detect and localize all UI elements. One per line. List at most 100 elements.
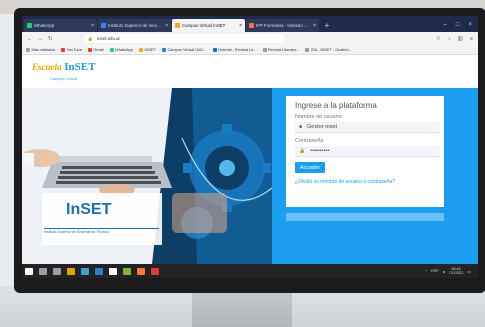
nav-actions: ☆ ↓ ▥ ≡ — [436, 36, 473, 42]
hero-illustration — [22, 88, 272, 264]
minimize-icon[interactable]: – — [444, 19, 447, 32]
address-bar[interactable]: 🔒 inset.edu.ar — [83, 34, 284, 43]
lock-icon: 🔒 — [87, 35, 94, 41]
bookmark-label: Hotmail - Revista Le... — [218, 47, 257, 52]
username-input[interactable]: ■ Gestor-inset — [295, 122, 440, 133]
ifp-favicon-icon — [249, 23, 254, 28]
tab-label: Campus Virtual InSET — [182, 23, 226, 28]
browser-nav-bar: ← → ↻ 🔒 inset.edu.ar ☆ ↓ ▥ ≡ — [22, 32, 478, 45]
whatsapp-icon — [109, 47, 114, 52]
bookmark-4[interactable]: INSET — [139, 47, 156, 52]
hero-tagline: Instituto Superior de Enseñanza Técnica — [44, 230, 109, 234]
user-icon: ■ — [299, 124, 303, 130]
clock-date: 7/1/2021 — [448, 271, 464, 275]
bookmark-icon — [305, 47, 310, 52]
tab-whatsapp[interactable]: WhatsApp × — [24, 19, 97, 32]
login-panel: Ingrese a la plataforma Nombre de usuari… — [272, 88, 478, 264]
tab-label: Instituto Superior de Innovación edu... — [108, 23, 163, 28]
login-title: Ingrese a la plataforma — [295, 101, 377, 110]
language-indicator[interactable]: ESP — [431, 269, 439, 273]
hero-image: InSET Instituto Superior de Enseñanza Té… — [22, 88, 272, 264]
youtube-icon — [61, 47, 66, 52]
store-icon[interactable] — [95, 267, 103, 275]
bookmark-6[interactable]: Hotmail - Revista Le... — [212, 47, 257, 52]
close-tab-icon[interactable]: × — [165, 23, 168, 29]
start-icon[interactable] — [25, 267, 33, 275]
library-icon[interactable]: ▥ — [458, 36, 463, 42]
bookmark-5[interactable]: Campus Virtual UNC... — [161, 47, 207, 52]
tab-label: WhatsApp — [34, 23, 55, 28]
file-explorer-icon[interactable] — [67, 267, 75, 275]
site-logo[interactable]: Escuela InSET — [32, 61, 95, 73]
panel-footer-strip — [286, 213, 444, 221]
bookmark-label: Gmail — [93, 47, 104, 52]
bookmark-label: Campus Virtual UNC... — [167, 47, 207, 52]
tab-label: IFP Formativa - Instituto Superior... — [256, 23, 311, 28]
maximize-icon[interactable]: □ — [456, 19, 460, 32]
logo-subtitle: Campus Virtual — [50, 76, 78, 81]
campus-favicon-icon — [175, 23, 180, 28]
whatsapp-favicon-icon — [27, 23, 32, 28]
bookmark-star-icon[interactable]: ☆ — [436, 36, 441, 42]
browser-tab-bar: WhatsApp × Instituto Superior de Innovac… — [22, 16, 478, 32]
login-button[interactable]: Acceder — [295, 162, 325, 173]
password-input[interactable]: 🔒 •••••••••• — [295, 146, 440, 157]
site-header: Escuela InSET Campus Virtual — [22, 55, 478, 88]
close-tab-icon[interactable]: × — [239, 23, 242, 29]
close-tab-icon[interactable]: × — [91, 23, 94, 29]
password-label: Contraseña — [295, 138, 324, 144]
forgot-credentials-link[interactable]: ¿Olvidó su nombre de usuario o contraseñ… — [295, 179, 435, 185]
task-view-icon[interactable] — [53, 267, 61, 275]
firefox-icon[interactable] — [137, 267, 145, 275]
monitor-stand — [192, 292, 292, 327]
bookmark-label: ISA - INSET - Gestión... — [310, 47, 352, 52]
download-icon[interactable]: ↓ — [448, 36, 451, 42]
hero-brand: InSET — [66, 201, 112, 218]
bookmark-1[interactable]: YouTube — [61, 47, 82, 52]
clock[interactable]: 08:43 7/1/2021 — [449, 267, 464, 276]
bookmark-label: YouTube — [66, 47, 82, 52]
windows-taskbar: ^ ESP ◂ 08:43 7/1/2021 ▭ — [22, 264, 478, 278]
bookmark-3[interactable]: WhatsApp — [109, 47, 133, 52]
bookmark-label: WhatsApp — [115, 47, 133, 52]
menu-icon[interactable]: ≡ — [470, 36, 473, 42]
spotify-icon[interactable] — [123, 267, 131, 275]
gmail-icon — [87, 47, 92, 52]
bookmark-icon — [262, 47, 267, 52]
bookmark-label: Revista Literatur... — [268, 47, 300, 52]
window-controls: – □ × — [444, 19, 478, 32]
new-tab-button[interactable]: + — [322, 19, 332, 32]
forward-icon[interactable]: → — [38, 36, 44, 42]
back-icon[interactable]: ← — [27, 36, 33, 42]
volume-icon[interactable]: ◂ — [443, 269, 445, 274]
bookmark-8[interactable]: ISA - INSET - Gestión... — [305, 47, 352, 52]
url-text: inset.edu.ar — [97, 36, 121, 41]
bookmark-icon — [26, 47, 30, 52]
logo-prefix: Escuela — [32, 62, 62, 72]
bookmark-7[interactable]: Revista Literatur... — [262, 47, 300, 52]
notifications-icon[interactable]: ▭ — [467, 269, 471, 274]
close-tab-icon[interactable]: × — [313, 23, 316, 29]
close-window-icon[interactable]: × — [468, 19, 472, 32]
site-favicon-icon — [101, 23, 106, 28]
username-label: Nombre de usuario — [295, 114, 342, 120]
edge-icon[interactable] — [81, 267, 89, 275]
username-value: Gestor-inset — [307, 124, 337, 130]
bookmark-label: INSET — [144, 47, 156, 52]
logo-main: InSET — [64, 61, 96, 73]
bookmarks-bar: Más visitados YouTube Gmail WhatsApp INS… — [22, 45, 478, 55]
tab-instituto[interactable]: Instituto Superior de Innovación edu... … — [98, 19, 171, 32]
mail-icon[interactable] — [109, 267, 117, 275]
lock-icon: 🔒 — [299, 148, 306, 154]
system-tray: ^ ESP ◂ 08:43 7/1/2021 ▭ — [425, 267, 475, 276]
bookmark-0[interactable]: Más visitados — [26, 47, 55, 52]
search-icon[interactable] — [39, 267, 47, 275]
tab-ifp[interactable]: IFP Formativa - Instituto Superior... × — [246, 19, 319, 32]
password-value: •••••••••• — [310, 148, 330, 154]
tray-chevron-icon[interactable]: ^ — [425, 269, 427, 273]
bookmark-2[interactable]: Gmail — [87, 47, 104, 52]
tab-campus-virtual[interactable]: Campus Virtual InSET × — [172, 19, 245, 32]
bookmark-label: Más visitados — [31, 47, 56, 52]
reload-icon[interactable]: ↻ — [48, 36, 53, 42]
app-icon[interactable] — [151, 267, 159, 275]
